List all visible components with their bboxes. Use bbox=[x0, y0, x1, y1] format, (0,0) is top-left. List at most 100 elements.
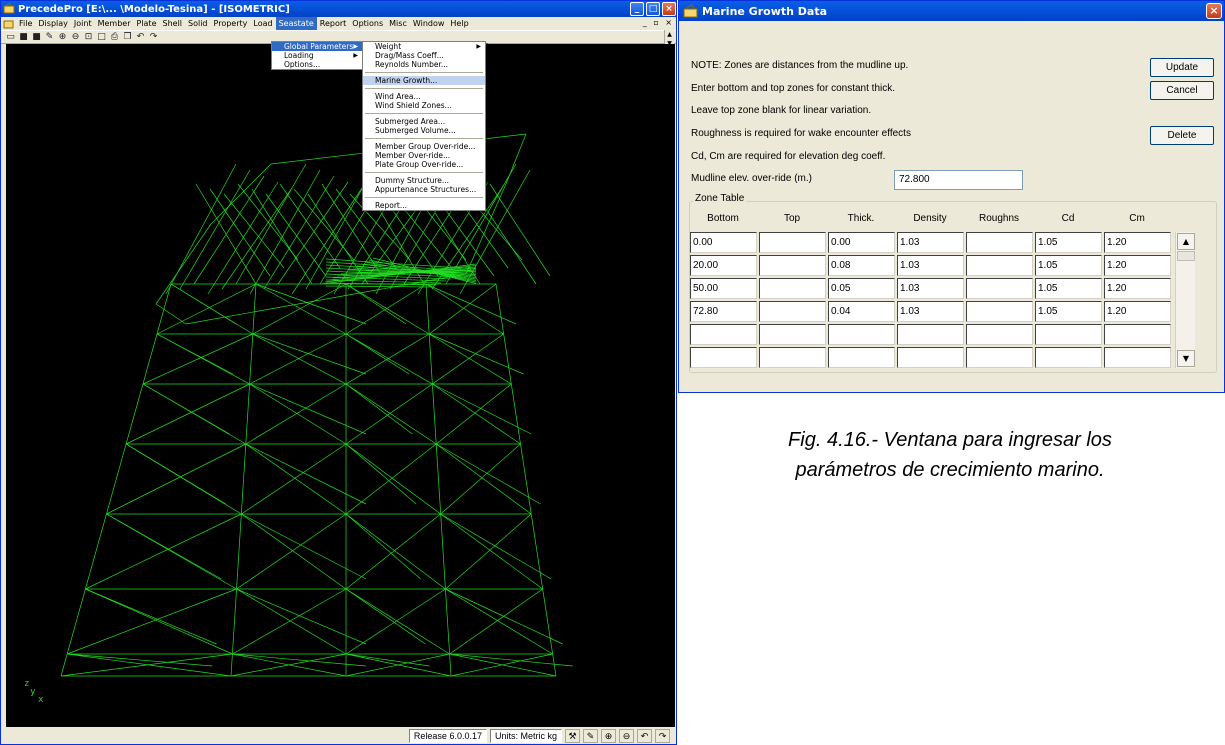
menu-item-options[interactable]: Options... bbox=[272, 60, 362, 69]
close-button[interactable]: × bbox=[662, 2, 676, 16]
scroll-down-icon[interactable]: ▼ bbox=[1177, 350, 1195, 367]
menu-item-submerged-area[interactable]: Submerged Area... bbox=[363, 117, 485, 126]
menu-plate[interactable]: Plate bbox=[133, 17, 159, 30]
update-button[interactable]: Update bbox=[1150, 58, 1214, 77]
menu-property[interactable]: Property bbox=[211, 17, 251, 30]
zone-cell-thick[interactable]: 0.08 bbox=[828, 255, 895, 276]
isometric-viewport[interactable]: z y x bbox=[6, 44, 675, 728]
zone-cell-cd[interactable]: 1.05 bbox=[1035, 278, 1102, 299]
menu-item-plate-group-over-ride[interactable]: Plate Group Over-ride... bbox=[363, 160, 485, 169]
zoom-in-icon[interactable]: ⊕ bbox=[57, 32, 68, 43]
save-all-icon[interactable]: ■ bbox=[31, 32, 42, 43]
zone-cell-cm[interactable]: 1.20 bbox=[1104, 301, 1171, 322]
zone-cell-roughns[interactable] bbox=[966, 347, 1033, 368]
zone-cell-bottom[interactable] bbox=[690, 324, 757, 345]
menu-file[interactable]: File bbox=[16, 17, 35, 30]
zone-cell-density[interactable]: 1.03 bbox=[897, 301, 964, 322]
zone-cell-bottom[interactable]: 72.80 bbox=[690, 301, 757, 322]
zone-cell-cm[interactable]: 1.20 bbox=[1104, 278, 1171, 299]
zone-cell-cd[interactable]: 1.05 bbox=[1035, 301, 1102, 322]
zone-cell-thick[interactable] bbox=[828, 324, 895, 345]
dialog-close-button[interactable]: × bbox=[1206, 3, 1222, 19]
mudline-input[interactable]: 72.800 bbox=[894, 170, 1023, 190]
pencil-icon[interactable]: ✎ bbox=[44, 32, 55, 43]
zone-cell-roughns[interactable] bbox=[966, 301, 1033, 322]
dialog-title-bar[interactable]: Marine Growth Data × bbox=[679, 1, 1224, 21]
zone-cell-top[interactable] bbox=[759, 324, 826, 345]
cancel-button[interactable]: Cancel bbox=[1150, 81, 1214, 100]
zoom-in-icon[interactable]: ⊕ bbox=[601, 728, 616, 743]
menu-misc[interactable]: Misc bbox=[386, 17, 410, 30]
zone-cell-cd[interactable]: 1.05 bbox=[1035, 232, 1102, 253]
menu-help[interactable]: Help bbox=[447, 17, 471, 30]
mdi-window-controls[interactable]: _ ▫ × bbox=[643, 18, 674, 27]
zone-cell-roughns[interactable] bbox=[966, 255, 1033, 276]
zone-cell-cm[interactable]: 1.20 bbox=[1104, 232, 1171, 253]
zone-cell-cd[interactable] bbox=[1035, 324, 1102, 345]
rectangle-icon[interactable]: □ bbox=[96, 32, 107, 43]
zone-cell-cm[interactable]: 1.20 bbox=[1104, 255, 1171, 276]
menu-report[interactable]: Report bbox=[317, 17, 350, 30]
zone-cell-bottom[interactable]: 0.00 bbox=[690, 232, 757, 253]
undo-icon[interactable]: ↶ bbox=[637, 728, 652, 743]
menu-item-report[interactable]: Report... bbox=[363, 201, 485, 210]
pencil-icon[interactable]: ✎ bbox=[583, 728, 598, 743]
menu-item-loading[interactable]: Loading ▶ bbox=[272, 51, 362, 60]
menu-item-appurtenance-structures[interactable]: Appurtenance Structures... bbox=[363, 185, 485, 194]
zone-cell-thick[interactable] bbox=[828, 347, 895, 368]
scroll-up-icon[interactable]: ▲ bbox=[1177, 233, 1195, 250]
zoom-out-icon[interactable]: ⊖ bbox=[619, 728, 634, 743]
menu-item-submerged-volume[interactable]: Submerged Volume... bbox=[363, 126, 485, 135]
redo-icon[interactable]: ↷ bbox=[148, 32, 159, 43]
menu-seastate[interactable]: Seastate bbox=[275, 17, 317, 30]
copy-icon[interactable]: ❐ bbox=[122, 32, 133, 43]
zone-cell-top[interactable] bbox=[759, 301, 826, 322]
menu-display[interactable]: Display bbox=[35, 17, 71, 30]
zone-cell-top[interactable] bbox=[759, 278, 826, 299]
zone-cell-roughns[interactable] bbox=[966, 232, 1033, 253]
menu-item-member-over-ride[interactable]: Member Over-ride... bbox=[363, 151, 485, 160]
maximize-button[interactable]: □ bbox=[646, 2, 660, 16]
zone-cell-density[interactable]: 1.03 bbox=[897, 232, 964, 253]
print-icon[interactable]: ⎙ bbox=[109, 32, 120, 43]
undo-icon[interactable]: ↶ bbox=[135, 32, 146, 43]
zone-cell-bottom[interactable] bbox=[690, 347, 757, 368]
scroll-thumb[interactable] bbox=[1177, 251, 1195, 261]
menu-solid[interactable]: Solid bbox=[185, 17, 211, 30]
zone-cell-density[interactable]: 1.03 bbox=[897, 255, 964, 276]
save-icon[interactable]: ■ bbox=[18, 32, 29, 43]
menu-item-marine-growth[interactable]: Marine Growth... bbox=[363, 76, 485, 85]
zone-cell-top[interactable] bbox=[759, 232, 826, 253]
menu-window[interactable]: Window bbox=[410, 17, 448, 30]
menu-item-wind-shield-zones[interactable]: Wind Shield Zones... bbox=[363, 101, 485, 110]
grid-scrollbar[interactable]: ▲ ▼ bbox=[1175, 232, 1195, 368]
zone-cell-cm[interactable] bbox=[1104, 324, 1171, 345]
zone-cell-top[interactable] bbox=[759, 347, 826, 368]
zone-cell-thick[interactable]: 0.05 bbox=[828, 278, 895, 299]
menu-item-weight[interactable]: Weight ▶ bbox=[363, 42, 485, 51]
zone-cell-cd[interactable]: 1.05 bbox=[1035, 255, 1102, 276]
menu-item-reynolds-number[interactable]: Reynolds Number... bbox=[363, 60, 485, 69]
menu-item-wind-area[interactable]: Wind Area... bbox=[363, 92, 485, 101]
zone-cell-roughns[interactable] bbox=[966, 278, 1033, 299]
zoom-out-icon[interactable]: ⊖ bbox=[70, 32, 81, 43]
zone-cell-bottom[interactable]: 50.00 bbox=[690, 278, 757, 299]
menu-member[interactable]: Member bbox=[95, 17, 134, 30]
menu-item-dummy-structure[interactable]: Dummy Structure... bbox=[363, 176, 485, 185]
zone-cell-cm[interactable] bbox=[1104, 347, 1171, 368]
menu-item-member-group-over-ride[interactable]: Member Group Over-ride... bbox=[363, 142, 485, 151]
menu-joint[interactable]: Joint bbox=[71, 17, 95, 30]
zone-cell-density[interactable] bbox=[897, 324, 964, 345]
zone-cell-roughns[interactable] bbox=[966, 324, 1033, 345]
zone-cell-thick[interactable]: 0.00 bbox=[828, 232, 895, 253]
zone-cell-density[interactable]: 1.03 bbox=[897, 278, 964, 299]
units-panel[interactable]: Units: Metric kg bbox=[489, 728, 562, 743]
minimize-button[interactable]: _ bbox=[630, 2, 644, 16]
zone-cell-cd[interactable] bbox=[1035, 347, 1102, 368]
menu-load[interactable]: Load bbox=[250, 17, 275, 30]
menu-item-global-parameters[interactable]: Global Parameters ▶ bbox=[272, 42, 362, 51]
zoom-window-icon[interactable]: ⊡ bbox=[83, 32, 94, 43]
app-title-bar[interactable]: PrecedePro [E:\... \Modelo-Tesina] - [IS… bbox=[1, 1, 676, 17]
document-icon[interactable] bbox=[3, 19, 14, 29]
zone-cell-density[interactable] bbox=[897, 347, 964, 368]
